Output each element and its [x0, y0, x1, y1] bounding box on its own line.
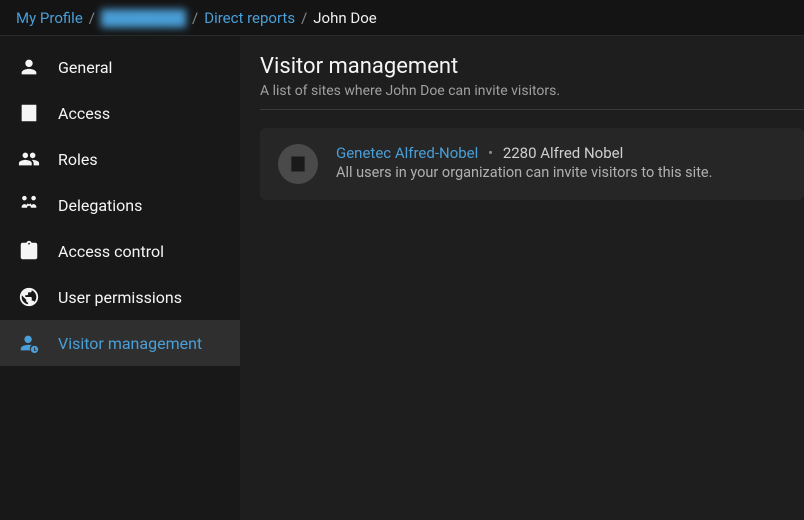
person-clock-icon	[18, 332, 40, 354]
breadcrumb-separator: /	[89, 9, 95, 27]
sidebar-item-label: Visitor management	[58, 334, 202, 353]
delegations-icon	[18, 194, 40, 216]
building-icon	[18, 102, 40, 124]
sidebar-item-label: Roles	[58, 150, 98, 169]
breadcrumb-link-direct-reports[interactable]: Direct reports	[204, 9, 295, 27]
sidebar-item-visitor-management[interactable]: Visitor management	[0, 320, 240, 366]
globe-icon	[18, 286, 40, 308]
sidebar-item-access[interactable]: Access	[0, 90, 240, 136]
sidebar-item-user-permissions[interactable]: User permissions	[0, 274, 240, 320]
sidebar-item-general[interactable]: General	[0, 44, 240, 90]
sidebar-item-label: User permissions	[58, 288, 182, 307]
site-info: Genetec Alfred-Nobel • 2280 Alfred Nobel…	[336, 144, 786, 181]
sidebar-item-label: Access	[58, 104, 110, 123]
breadcrumb-separator: /	[301, 9, 307, 27]
site-header-line: Genetec Alfred-Nobel • 2280 Alfred Nobel	[336, 144, 786, 162]
sidebar-item-delegations[interactable]: Delegations	[0, 182, 240, 228]
separator-dot: •	[488, 144, 493, 162]
site-description: All users in your organization can invit…	[336, 164, 786, 181]
clipboard-icon	[18, 240, 40, 262]
breadcrumb-separator: /	[192, 9, 198, 27]
sidebar-item-access-control[interactable]: Access control	[0, 228, 240, 274]
sidebar-item-label: Access control	[58, 242, 164, 261]
breadcrumb-current: John Doe	[313, 9, 376, 27]
page-title: Visitor management	[260, 54, 804, 79]
site-address: 2280 Alfred Nobel	[503, 144, 623, 162]
sidebar: General Access Roles Delegations Access	[0, 36, 240, 520]
main-content: Visitor management A list of sites where…	[240, 36, 804, 520]
site-name-link[interactable]: Genetec Alfred-Nobel	[336, 144, 478, 162]
site-card: Genetec Alfred-Nobel • 2280 Alfred Nobel…	[260, 128, 804, 200]
breadcrumb-link-my-profile[interactable]: My Profile	[16, 9, 83, 27]
sidebar-item-roles[interactable]: Roles	[0, 136, 240, 182]
building-icon	[278, 144, 318, 184]
page-subtitle: A list of sites where John Doe can invit…	[260, 83, 804, 110]
group-icon	[18, 148, 40, 170]
sidebar-item-label: Delegations	[58, 196, 142, 215]
sidebar-item-label: General	[58, 58, 112, 77]
breadcrumb-link-person[interactable]: ████████	[101, 9, 186, 27]
person-icon	[18, 56, 40, 78]
breadcrumb: My Profile / ████████ / Direct reports /…	[0, 0, 804, 36]
